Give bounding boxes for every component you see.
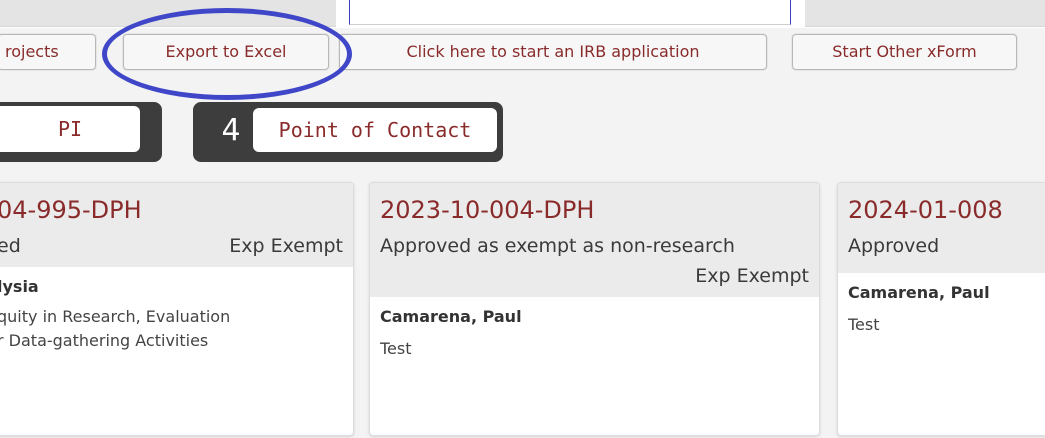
project-id[interactable]: 2023-10-004-DPH: [380, 195, 809, 225]
project-title: Test: [380, 339, 412, 358]
exempt-type: Exp Exempt: [695, 265, 809, 287]
contact-name: lysia: [0, 277, 39, 296]
project-title-line: quity in Research, Evaluation: [0, 307, 231, 326]
tab-poc-count: 4: [221, 113, 241, 148]
project-card[interactable]: 2023-10-004-DPH Approved as exempt as no…: [369, 182, 820, 436]
tab-point-of-contact[interactable]: 4 Point of Contact: [193, 102, 503, 162]
project-title-line: r Data-gathering Activities: [0, 331, 209, 350]
project-status: ed: [0, 235, 21, 257]
project-card[interactable]: 2024-01-008 Approved Camarena, Paul Test: [837, 182, 1045, 436]
project-status: Approved as exempt as non-research: [380, 235, 735, 257]
start-irb-application-button[interactable]: Click here to start an IRB application: [339, 34, 767, 70]
top-input-area[interactable]: [349, 0, 791, 25]
card-header: 2023-10-004-DPH Approved as exempt as no…: [370, 183, 819, 297]
project-status: Approved: [848, 235, 940, 257]
projects-button[interactable]: rojects: [0, 34, 96, 70]
project-id[interactable]: 2024-01-008: [848, 195, 1045, 225]
tab-poc-label: Point of Contact: [253, 108, 497, 152]
top-left-panel: [0, 0, 336, 27]
card-body: Camarena, Paul Test: [370, 297, 819, 369]
start-other-xform-button[interactable]: Start Other xForm: [792, 34, 1017, 70]
top-right-panel: [805, 0, 1045, 27]
tab-pi[interactable]: PI: [0, 102, 162, 162]
card-header: 2024-01-008 Approved: [838, 183, 1045, 273]
exempt-type: Exp Exempt: [229, 235, 343, 257]
project-id[interactable]: 04-995-DPH: [0, 195, 343, 225]
top-band: [0, 0, 1045, 28]
card-header: 04-995-DPH ed Exp Exempt: [0, 183, 353, 267]
project-card[interactable]: 04-995-DPH ed Exp Exempt lysia quity in …: [0, 182, 354, 436]
export-to-excel-button[interactable]: Export to Excel: [123, 34, 329, 70]
project-title: Test: [848, 315, 880, 334]
card-body: lysia quity in Research, Evaluation r Da…: [0, 267, 353, 361]
contact-name: Camarena, Paul: [380, 307, 522, 326]
tab-pi-label: PI: [0, 106, 140, 152]
contact-name: Camarena, Paul: [848, 283, 990, 302]
card-body: Camarena, Paul Test: [838, 273, 1045, 345]
